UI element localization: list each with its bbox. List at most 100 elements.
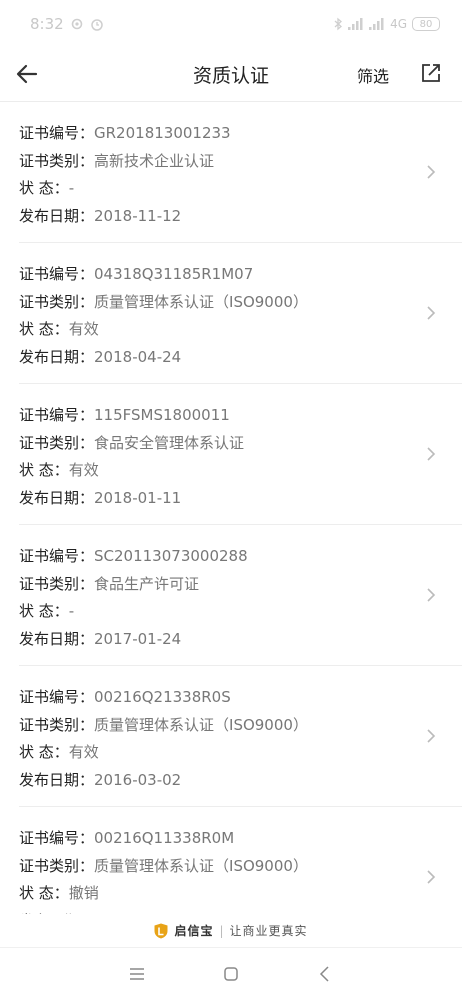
cert-type-row: 证书类别：质量管理体系认证（ISO9000）	[19, 289, 462, 317]
back-arrow-icon[interactable]	[14, 61, 40, 87]
certificate-item[interactable]: 证书编号：SC20113073000288 证书类别：食品生产许可证 状 态：-…	[19, 525, 462, 666]
cert-status-row: 状 态：撤销	[19, 880, 462, 908]
signal-icon	[348, 18, 363, 30]
cert-number-row: 证书编号：SC20113073000288	[19, 543, 462, 571]
cert-status-row: 状 态：有效	[19, 316, 462, 344]
cert-number-label: 证书编号：	[19, 547, 95, 565]
certificate-item[interactable]: 证书编号：00216Q11338R0M 证书类别：质量管理体系认证（ISO900…	[19, 807, 462, 914]
cert-status-row: 状 态：-	[19, 175, 462, 203]
share-icon[interactable]	[420, 62, 442, 84]
cert-status-row: 状 态：有效	[19, 457, 462, 485]
cert-type: 质量管理体系认证（ISO9000）	[94, 292, 308, 311]
cert-status: 有效	[68, 320, 99, 338]
certificate-item[interactable]: 证书编号：115FSMS1800011 证书类别：食品安全管理体系认证 状 态：…	[19, 384, 462, 525]
certificate-item[interactable]: 证书编号：04318Q31185R1M07 证书类别：质量管理体系认证（ISO9…	[19, 243, 462, 384]
brand-footer: 启信宝 | 让商业更真实	[0, 914, 462, 947]
cert-type-row: 证书类别：食品安全管理体系认证	[19, 430, 462, 458]
cert-type-label: 证书类别：	[19, 574, 95, 593]
status-bar: 8:32 4G 80	[0, 0, 462, 48]
cert-type-label: 证书类别：	[19, 433, 95, 452]
cert-number: GR201813001233	[94, 124, 231, 142]
cert-number-label: 证书编号：	[19, 829, 95, 847]
cert-status-label: 状 态：	[19, 320, 69, 338]
certificate-item[interactable]: 证书编号：00216Q21338R0S 证书类别：质量管理体系认证（ISO900…	[19, 666, 462, 807]
cert-status: -	[68, 602, 75, 620]
cert-number-row: 证书编号：00216Q11338R0M	[19, 825, 462, 853]
cert-type: 高新技术企业认证	[94, 151, 215, 170]
menu-icon[interactable]	[127, 964, 147, 984]
cert-date: 2017-01-24	[94, 629, 182, 648]
status-right: 4G 80	[334, 17, 440, 31]
cert-date-row: 发布日期：2016-03-02	[19, 767, 462, 795]
chevron-right-icon	[427, 447, 436, 461]
cert-date-row: 发布日期：2018-11-12	[19, 203, 462, 231]
cert-status-row: 状 态：-	[19, 598, 462, 626]
cert-date-label: 发布日期：	[19, 488, 95, 507]
header: 资质认证 筛选	[0, 48, 462, 102]
cert-status-label: 状 态：	[19, 743, 69, 761]
cert-date: 2018-11-12	[94, 206, 182, 225]
cert-status: 撤销	[68, 884, 99, 902]
cert-status: 有效	[68, 461, 99, 479]
cert-number: 04318Q31185R1M07	[94, 265, 254, 283]
cert-number-label: 证书编号：	[19, 406, 95, 424]
cert-status-label: 状 态：	[19, 884, 69, 902]
cert-number: 115FSMS1800011	[94, 406, 230, 424]
cert-date-label: 发布日期：	[19, 629, 95, 648]
cert-status-label: 状 态：	[19, 179, 69, 197]
brand-name: 启信宝	[174, 924, 214, 938]
cert-date-label: 发布日期：	[19, 770, 95, 789]
cert-type-label: 证书类别：	[19, 715, 95, 734]
screen: 8:32 4G 80 资质认证 筛选 证书编号：GR201813001233 证…	[0, 0, 462, 1000]
cert-date: 2018-01-11	[94, 488, 182, 507]
cert-number-row: 证书编号：00216Q21338R0S	[19, 684, 462, 712]
bluetooth-icon	[334, 17, 343, 31]
chevron-right-icon	[427, 729, 436, 743]
cert-status-label: 状 态：	[19, 461, 69, 479]
home-icon[interactable]	[221, 964, 241, 984]
page-title: 资质认证	[192, 65, 269, 87]
cert-type-row: 证书类别：高新技术企业认证	[19, 148, 462, 176]
cert-type: 质量管理体系认证（ISO9000）	[94, 856, 308, 875]
cert-number-label: 证书编号：	[19, 124, 95, 142]
chevron-right-icon	[427, 165, 436, 179]
cert-status-row: 状 态：有效	[19, 739, 462, 767]
alarm-icon	[90, 19, 103, 31]
status-left: 8:32	[30, 15, 104, 33]
cert-type-label: 证书类别：	[19, 292, 95, 311]
cert-date-row: 发布日期：2018-04-24	[19, 344, 462, 372]
cert-date-row: 发布日期：2018-01-11	[19, 485, 462, 513]
cert-type: 质量管理体系认证（ISO9000）	[94, 715, 308, 734]
cert-date: 2016-03-02	[94, 770, 182, 789]
back-nav-icon[interactable]	[315, 964, 335, 984]
filter-button[interactable]: 筛选	[357, 63, 389, 87]
cert-number: 00216Q21338R0S	[94, 688, 231, 706]
cert-date: 2018-04-24	[94, 347, 182, 366]
brand-slogan: 让商业更真实	[229, 924, 308, 938]
system-nav-bar	[0, 947, 462, 1000]
chevron-right-icon	[427, 306, 436, 320]
brand-separator: |	[219, 923, 224, 938]
cert-type-label: 证书类别：	[19, 151, 95, 170]
shield-logo-icon	[154, 923, 168, 938]
gear-icon	[71, 18, 82, 30]
signal-2-icon	[369, 18, 384, 30]
cert-status: 有效	[68, 743, 99, 761]
chevron-right-icon	[427, 588, 436, 602]
cert-type-row: 证书类别：质量管理体系认证（ISO9000）	[19, 712, 462, 740]
cert-number-label: 证书编号：	[19, 265, 95, 283]
cert-type: 食品生产许可证	[94, 574, 200, 593]
cert-number-row: 证书编号：115FSMS1800011	[19, 402, 462, 430]
chevron-right-icon	[427, 870, 436, 884]
cert-type-label: 证书类别：	[19, 856, 95, 875]
cert-number: 00216Q11338R0M	[94, 829, 235, 847]
cert-status-label: 状 态：	[19, 602, 69, 620]
certificate-item[interactable]: 证书编号：GR201813001233 证书类别：高新技术企业认证 状 态：- …	[19, 102, 462, 243]
certificate-list: 证书编号：GR201813001233 证书类别：高新技术企业认证 状 态：- …	[0, 102, 462, 914]
cert-type-row: 证书类别：食品生产许可证	[19, 571, 462, 599]
cert-date-row: 发布日期：2017-01-24	[19, 626, 462, 654]
network-type: 4G	[390, 17, 407, 31]
status-time: 8:32	[30, 15, 64, 33]
cert-date-label: 发布日期：	[19, 206, 95, 225]
cert-number-row: 证书编号：GR201813001233	[19, 120, 462, 148]
